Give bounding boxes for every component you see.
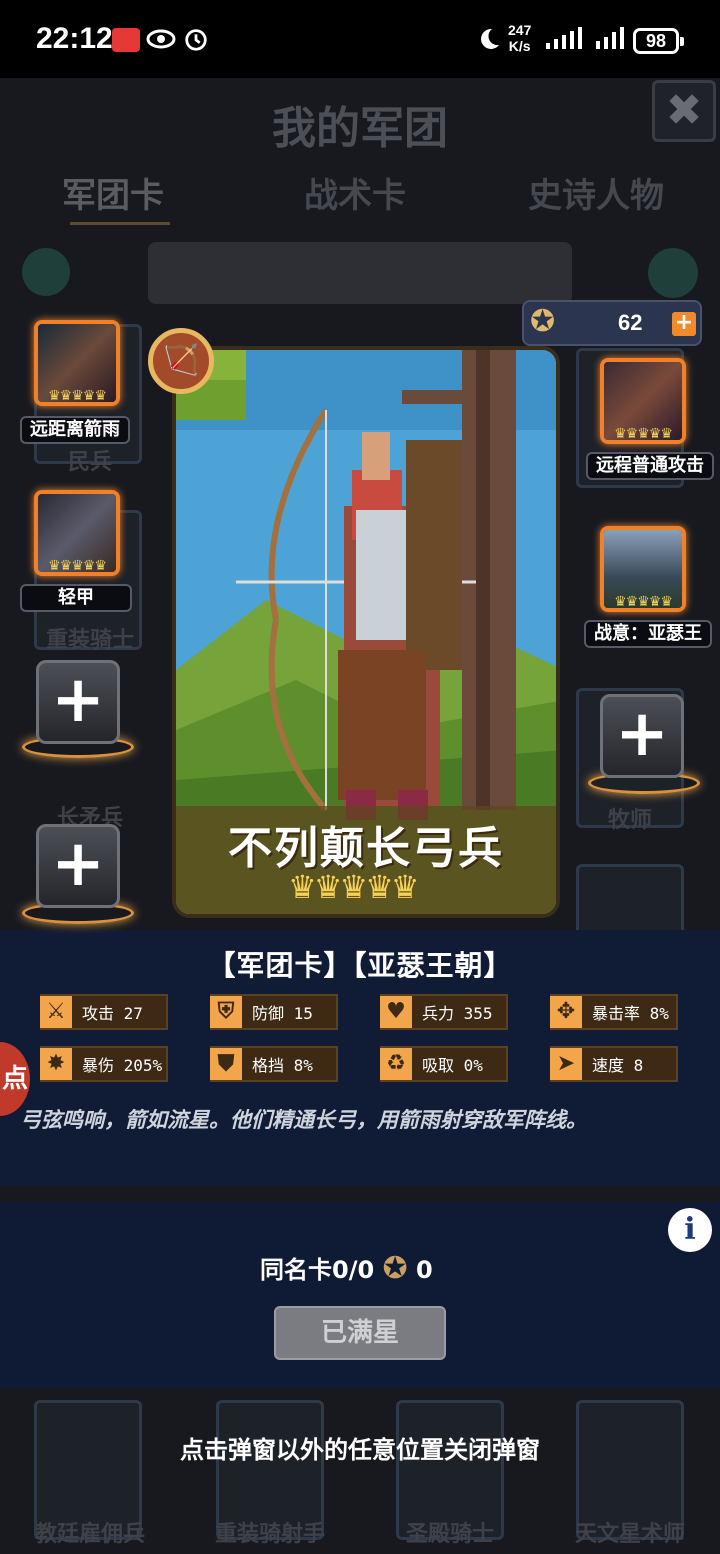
stat-value: 8%: [649, 1004, 669, 1023]
active-tab-indicator: [70, 222, 170, 225]
block-icon: ⛊: [210, 1048, 242, 1080]
close-button[interactable]: ✖: [652, 80, 716, 142]
heart-icon: ♥: [380, 996, 412, 1028]
stat-troops: ♥ 兵力 355: [380, 994, 508, 1030]
info-icon[interactable]: i: [668, 1208, 712, 1252]
stat-label: 攻击: [82, 1004, 115, 1023]
skill-label: 远距离箭雨: [20, 416, 130, 444]
tab-bar: 军团卡 战术卡 史诗人物: [0, 168, 720, 228]
filter-button[interactable]: [648, 248, 698, 298]
signal-icon: [596, 27, 624, 49]
battery-indicator: 98: [633, 28, 684, 54]
card-label: 牧师: [607, 808, 652, 833]
stat-value: 15: [293, 1004, 313, 1023]
sword-icon: ⚔: [40, 996, 72, 1028]
add-skill-button[interactable]: +: [600, 694, 684, 778]
add-skill-button[interactable]: +: [36, 660, 120, 744]
duplicate-label: 同名卡0/0: [260, 1256, 375, 1284]
score-value: 62: [618, 310, 643, 335]
duplicate-card-count: 同名卡0/0 ✪ 0: [260, 1250, 433, 1286]
drain-icon: ♻: [380, 1048, 412, 1080]
card-label: 教廷雇佣兵: [34, 1522, 145, 1547]
stat-value: 0%: [463, 1056, 483, 1075]
stat-attack: ⚔ 攻击 27: [40, 994, 168, 1030]
duplicate-medal-count: 0: [416, 1256, 433, 1284]
stat-value: 8%: [293, 1056, 313, 1075]
bow-icon: 🏹: [148, 328, 214, 394]
skill-slot[interactable]: ♛♛♛♛♛: [600, 526, 686, 612]
unit-card: 不列颠长弓兵 ♛♛♛♛♛: [172, 346, 560, 918]
status-bar: 22:12 247 K/s 98: [0, 0, 720, 78]
app-root: 22:12 247K/s 98 我的军团 ✖ 军团卡 战术卡 史诗人物 民兵: [0, 0, 720, 1554]
skill-stars: ♛♛♛♛♛: [48, 558, 107, 574]
legion-score-chip: ✪ 62 +: [522, 300, 702, 346]
card-name: 不列颠长弓兵: [228, 823, 504, 874]
net-speed-unit: K/s: [508, 38, 531, 54]
stat-speed: ➤ 速度 8: [550, 1046, 678, 1082]
net-speed: 247 K/s: [508, 22, 531, 54]
skill-stars: ♛♛♛♛♛: [48, 388, 107, 404]
skill-stars: ♛♛♛♛♛: [614, 426, 673, 442]
skill-label: 战意：亚瑟王: [584, 620, 712, 648]
stat-label: 暴伤: [82, 1056, 115, 1075]
skill-stars: ♛♛♛♛♛: [614, 594, 673, 610]
card-label: 重装骑射手: [214, 1522, 325, 1547]
target-icon: ✥: [550, 996, 582, 1028]
stat-drain: ♻ 吸取 0%: [380, 1046, 508, 1082]
shield-icon: ⛨: [210, 996, 242, 1028]
page-title: 我的军团: [272, 103, 448, 154]
stat-label: 格挡: [252, 1056, 285, 1075]
status-time: 22:12: [36, 22, 113, 55]
stat-block: ⛊ 格挡 8%: [210, 1046, 338, 1082]
close-popup-hint: 点击弹窗以外的任意位置关闭弹窗: [180, 1436, 540, 1464]
card-label: 重装骑士: [45, 628, 134, 653]
bottom-panel: [0, 1202, 720, 1388]
net-speed-value: 247: [508, 22, 532, 38]
alarm-icon: [185, 29, 207, 51]
medal-icon: ✪: [530, 304, 556, 339]
stat-value: 205%: [123, 1056, 163, 1075]
max-star-button[interactable]: 已满星: [274, 1306, 446, 1360]
search-input[interactable]: [148, 242, 572, 304]
card-label: 圣殿骑士: [405, 1522, 494, 1547]
stat-value: 27: [123, 1004, 143, 1023]
tab-epic-heroes[interactable]: 史诗人物: [528, 168, 664, 217]
stat-defense: ⛨ 防御 15: [210, 994, 338, 1030]
stat-value: 355: [463, 1004, 493, 1023]
card-label: 天文星术师: [574, 1522, 685, 1547]
add-score-button[interactable]: +: [672, 312, 696, 336]
stat-label: 兵力: [422, 1004, 455, 1023]
stat-label: 暴击率: [592, 1004, 641, 1023]
add-skill-button[interactable]: +: [36, 824, 120, 908]
boot-icon: ➤: [550, 1048, 582, 1080]
skill-slot[interactable]: ♛♛♛♛♛: [600, 358, 686, 444]
skill-slot[interactable]: ♛♛♛♛♛: [34, 490, 120, 576]
stat-label: 防御: [252, 1004, 285, 1023]
stat-crit-rate: ✥ 暴击率 8%: [550, 994, 678, 1030]
shopping-11-11-icon: [112, 28, 140, 52]
tab-legion-cards[interactable]: 军团卡: [62, 168, 164, 217]
eye-icon: [146, 29, 176, 49]
burst-icon: ✸: [40, 1048, 72, 1080]
skill-slot[interactable]: ♛♛♛♛♛: [34, 320, 120, 406]
signal-icon: [546, 27, 582, 49]
stat-label: 吸取: [422, 1056, 455, 1075]
moon-icon: [481, 28, 499, 49]
card-star-rating: ♛♛♛♛♛: [288, 868, 419, 906]
skill-label: 远程普通攻击: [586, 452, 714, 480]
stat-crit-damage: ✸ 暴伤 205%: [40, 1046, 168, 1082]
tab-tactic-cards[interactable]: 战术卡: [304, 168, 406, 217]
skill-label: 轻甲: [20, 584, 132, 612]
card-description: 弓弦鸣响，箭如流星。他们精通长弓，用箭雨射穿敌军阵线。: [20, 1108, 587, 1132]
card-label: 民兵: [67, 450, 112, 475]
medal-icon: ✪: [382, 1251, 408, 1286]
card-faction: 【军团卡】【亚瑟王朝】: [207, 949, 513, 982]
stat-label: 速度: [592, 1056, 625, 1075]
list-view-button[interactable]: [22, 248, 70, 296]
stat-value: 8: [633, 1056, 644, 1075]
